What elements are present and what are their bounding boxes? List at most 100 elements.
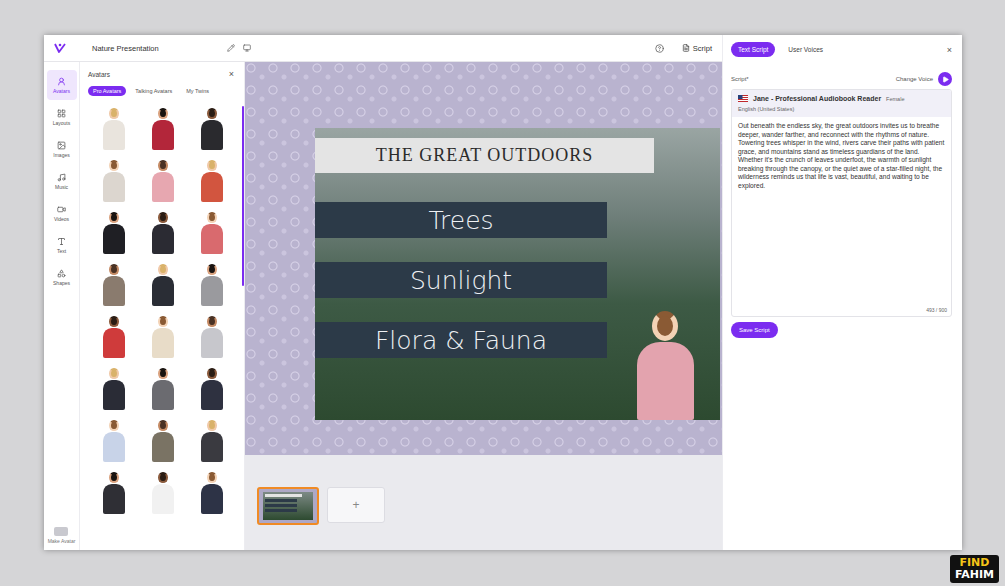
rail-label: Text	[57, 248, 66, 254]
rail-label: Make Avatar	[48, 538, 76, 544]
avatar-grid	[80, 102, 244, 514]
presenter-avatar[interactable]	[637, 311, 694, 420]
avatar-tile[interactable]	[139, 104, 188, 150]
avatar-tile[interactable]	[187, 416, 236, 462]
slide-bar[interactable]: Flora & Fauna	[315, 322, 607, 358]
app-window: Nature Presentation Script Avatars Layouts I…	[44, 35, 962, 550]
watermark-line: FIND	[960, 557, 990, 569]
character-counter: 493 / 900	[922, 307, 951, 316]
avatar-tile[interactable]	[139, 312, 188, 358]
rail-label: Avatars	[53, 88, 70, 94]
voice-gender: Female	[886, 96, 904, 102]
watermark-line: FAHIM	[955, 569, 994, 581]
document-icon	[682, 44, 690, 52]
help-icon[interactable]	[655, 44, 664, 53]
page: Nature Presentation Script Avatars Layouts I…	[0, 0, 1005, 586]
voice-name: Jane - Professional Audiobook Reader	[753, 95, 881, 102]
script-panel: Text Script User Voices × Script* Change Voi…	[722, 35, 962, 550]
slide-bar[interactable]: Trees	[315, 202, 607, 238]
avatar-tile[interactable]	[90, 468, 139, 514]
avatar-tab[interactable]: My Twins	[181, 86, 214, 96]
rail-item[interactable]: Music	[47, 166, 77, 196]
panel-header: Avatars ×	[80, 62, 244, 80]
script-button[interactable]: Script	[680, 42, 714, 55]
script-label: Script*	[731, 76, 749, 82]
avatar-tile[interactable]	[90, 416, 139, 462]
avatar-tile[interactable]	[139, 364, 188, 410]
rail-item[interactable]: Videos	[47, 198, 77, 228]
avatar-tab[interactable]: Pro Avatars	[88, 86, 126, 96]
avatar-tile[interactable]	[139, 156, 188, 202]
script-box: Jane - Professional Audiobook Reader Fema…	[731, 89, 952, 317]
layouts-icon	[57, 109, 66, 118]
canvas-column: THE GREAT OUTDOORS Trees Sunlight Flora & F…	[245, 62, 722, 550]
avatar-tile[interactable]	[139, 416, 188, 462]
change-voice-button[interactable]: Change Voice	[896, 76, 933, 82]
avatar-tile[interactable]	[139, 468, 188, 514]
slide-title[interactable]: THE GREAT OUTDOORS	[315, 138, 654, 173]
avatar-tile[interactable]	[90, 312, 139, 358]
avatar-tile[interactable]	[90, 208, 139, 254]
rail-label: Layouts	[53, 120, 71, 126]
avatar-tile[interactable]	[187, 364, 236, 410]
images-icon	[57, 141, 66, 150]
tool-rail: Avatars Layouts Images Music Videos Text Shape…	[44, 62, 80, 550]
scrollbar[interactable]	[242, 106, 244, 286]
avatar-tile[interactable]	[187, 104, 236, 150]
us-flag-icon	[738, 95, 748, 102]
slide-strip: +	[245, 455, 722, 550]
script-panel-header: Text Script User Voices ×	[731, 42, 952, 57]
voice-card[interactable]: Jane - Professional Audiobook Reader Fema…	[732, 90, 951, 117]
document-title[interactable]: Nature Presentation	[92, 44, 159, 53]
avatar-tile[interactable]	[187, 312, 236, 358]
make-avatar-button[interactable]: Make Avatar	[48, 527, 76, 544]
rail-item[interactable]: Avatars	[47, 70, 77, 100]
pencil-icon[interactable]	[227, 44, 235, 52]
avatar-panel: Avatars × Pro Avatars Talking Avatars My Twi…	[80, 62, 245, 550]
slide-thumbnail[interactable]	[257, 487, 319, 525]
avatar-tile[interactable]	[187, 156, 236, 202]
app-logo-icon[interactable]	[54, 42, 66, 54]
top-bar: Nature Presentation Script	[44, 35, 722, 62]
voice-row: Jane - Professional Audiobook Reader Fema…	[738, 95, 945, 102]
text-icon	[57, 237, 66, 246]
music-icon	[57, 173, 66, 182]
rail-item[interactable]: Text	[47, 230, 77, 260]
play-button[interactable]	[938, 72, 952, 86]
avatar-tile[interactable]	[139, 208, 188, 254]
voice-language: English (United States)	[738, 106, 945, 112]
voice-controls: Change Voice	[896, 72, 952, 86]
script-text[interactable]: Out beneath the endless sky, the great o…	[732, 117, 951, 307]
avatar-tab[interactable]: Talking Avatars	[130, 86, 177, 96]
script-tab[interactable]: User Voices	[781, 42, 830, 57]
avatar-tile[interactable]	[187, 260, 236, 306]
monitor-icon[interactable]	[243, 44, 251, 52]
slide-bar[interactable]: Sunlight	[315, 262, 607, 298]
avatar-tile[interactable]	[90, 364, 139, 410]
close-button[interactable]: ×	[947, 45, 952, 55]
editor-column: Nature Presentation Script Avatars Layouts I…	[44, 35, 722, 550]
rail-label: Shapes	[53, 280, 70, 286]
videos-icon	[57, 205, 66, 214]
rail-label: Music	[55, 184, 68, 190]
editor-body: Avatars Layouts Images Music Videos Text Shape…	[44, 62, 722, 550]
script-row: Script* Change Voice	[731, 72, 952, 86]
script-tab[interactable]: Text Script	[731, 42, 775, 57]
avatar-tile[interactable]	[90, 260, 139, 306]
avatar-tile[interactable]	[90, 104, 139, 150]
rail-item[interactable]: Layouts	[47, 102, 77, 132]
avatar-tile[interactable]	[187, 208, 236, 254]
canvas: THE GREAT OUTDOORS Trees Sunlight Flora & F…	[245, 62, 722, 455]
rail-item[interactable]: Images	[47, 134, 77, 164]
avatar-tabs: Pro Avatars Talking Avatars My Twins	[80, 80, 244, 102]
rail-item[interactable]: Shapes	[47, 262, 77, 292]
avatar-tile[interactable]	[90, 156, 139, 202]
avatar-tile[interactable]	[139, 260, 188, 306]
add-slide-button[interactable]: +	[327, 487, 385, 523]
play-icon	[942, 76, 949, 83]
avatar-tile[interactable]	[187, 468, 236, 514]
close-button[interactable]: ×	[229, 69, 234, 79]
panel-title: Avatars	[88, 71, 110, 78]
slide[interactable]: THE GREAT OUTDOORS Trees Sunlight Flora & F…	[315, 128, 720, 420]
save-script-button[interactable]: Save Script	[731, 322, 778, 338]
